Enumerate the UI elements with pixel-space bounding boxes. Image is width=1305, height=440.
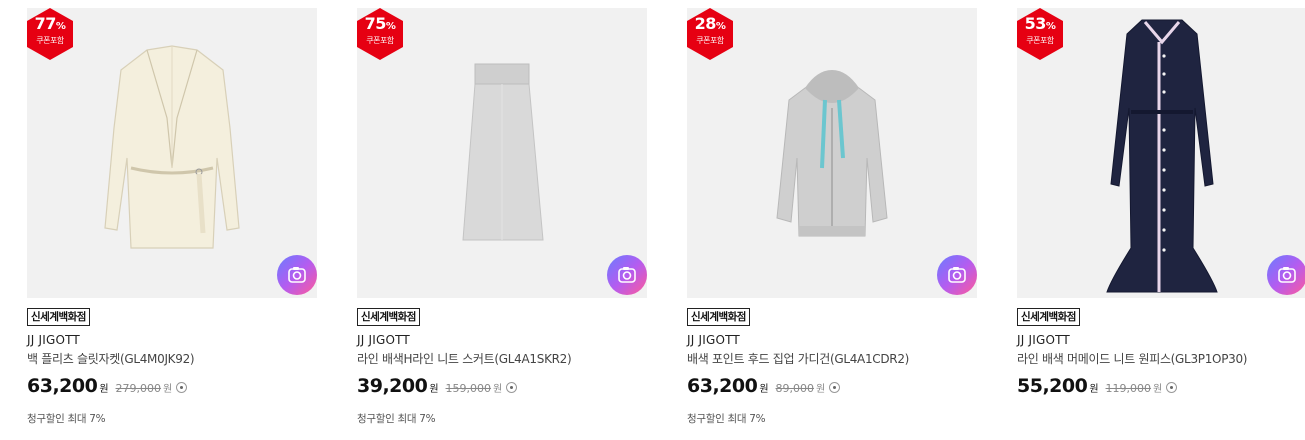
- brand-name[interactable]: JJ JIGOTT: [687, 333, 740, 347]
- price-info-icon[interactable]: [829, 382, 841, 393]
- store-badge: 신세계백화점: [27, 308, 90, 326]
- discount-badge: 28% 쿠폰포함: [687, 8, 733, 60]
- camera-search-button[interactable]: [937, 255, 977, 295]
- original-price: 119,000: [1105, 382, 1152, 395]
- percent-sign: %: [55, 21, 66, 32]
- store-badge: 신세계백화점: [1017, 308, 1080, 326]
- price-info-icon[interactable]: [176, 382, 188, 393]
- original-price: 159,000: [445, 382, 492, 395]
- product-card[interactable]: 28% 쿠폰포함 신세계백화점 JJ JIGOTT 배색 포인트 후드 집업 가…: [687, 8, 977, 425]
- product-name[interactable]: 백 플리츠 슬릿자켓(GL4M0JK92): [27, 350, 195, 367]
- camera-search-button[interactable]: [1267, 255, 1305, 295]
- sale-price: 55,200: [1017, 375, 1088, 397]
- camera-search-button[interactable]: [277, 255, 317, 295]
- coupon-included-label: 쿠폰포함: [696, 36, 724, 45]
- camera-icon: [948, 267, 966, 283]
- original-currency-unit: 원: [816, 384, 826, 395]
- product-image[interactable]: 77% 쿠폰포함: [27, 8, 317, 298]
- product-card[interactable]: 75% 쿠폰포함 신세계백화점 JJ JIGOTT 라인 배색H라인 니트 스커…: [357, 8, 647, 425]
- store-badge: 신세계백화점: [687, 308, 750, 326]
- discount-value: 77: [34, 14, 57, 33]
- product-card[interactable]: 53% 쿠폰포함 신세계백화점 JJ JIGOTT 라인 배색 머메이드 니트 …: [1017, 8, 1305, 397]
- product-image[interactable]: 53% 쿠폰포함: [1017, 8, 1305, 298]
- price-row: 63,200 원 89,000 원: [687, 375, 841, 399]
- card-benefit: 청구할인 최대 7%: [27, 413, 106, 425]
- price-info-icon[interactable]: [506, 382, 518, 393]
- coupon-included-label: 쿠폰포함: [36, 36, 64, 45]
- currency-unit: 원: [759, 384, 769, 395]
- discount-value: 28: [694, 14, 717, 33]
- coupon-included-label: 쿠폰포함: [1026, 36, 1054, 45]
- brand-name[interactable]: JJ JIGOTT: [1017, 333, 1070, 347]
- card-benefit: 청구할인 최대 7%: [357, 413, 436, 425]
- original-currency-unit: 원: [1153, 384, 1163, 395]
- discount-value: 75: [364, 14, 387, 33]
- currency-unit: 원: [429, 384, 439, 395]
- percent-sign: %: [715, 21, 726, 32]
- product-card[interactable]: 77% 쿠폰포함 신세계백화점 JJ JIGOTT 백 플리츠 슬릿자켓(GL4…: [27, 8, 317, 425]
- brand-name[interactable]: JJ JIGOTT: [27, 333, 80, 347]
- product-image[interactable]: 28% 쿠폰포함: [687, 8, 977, 298]
- product-name[interactable]: 배색 포인트 후드 집업 가디건(GL4A1CDR2): [687, 350, 909, 367]
- percent-sign: %: [1045, 21, 1056, 32]
- original-currency-unit: 원: [163, 384, 173, 395]
- price-row: 55,200 원 119,000 원: [1017, 375, 1178, 399]
- original-price: 279,000: [115, 382, 162, 395]
- product-name[interactable]: 라인 배색 머메이드 니트 원피스(GL3P1OP30): [1017, 350, 1247, 367]
- sale-price: 63,200: [27, 375, 98, 397]
- percent-sign: %: [385, 21, 396, 32]
- original-currency-unit: 원: [493, 384, 503, 395]
- currency-unit: 원: [1089, 384, 1099, 395]
- coupon-included-label: 쿠폰포함: [366, 36, 394, 45]
- camera-icon: [618, 267, 636, 283]
- sale-price: 63,200: [687, 375, 758, 397]
- product-name[interactable]: 라인 배색H라인 니트 스커트(GL4A1SKR2): [357, 350, 572, 367]
- price-info-icon[interactable]: [1166, 382, 1178, 393]
- currency-unit: 원: [99, 384, 109, 395]
- discount-badge: 53% 쿠폰포함: [1017, 8, 1063, 60]
- discount-badge: 75% 쿠폰포함: [357, 8, 403, 60]
- original-price: 89,000: [775, 382, 815, 395]
- camera-search-button[interactable]: [607, 255, 647, 295]
- sale-price: 39,200: [357, 375, 428, 397]
- price-row: 63,200 원 279,000 원: [27, 375, 188, 399]
- camera-icon: [1278, 267, 1296, 283]
- brand-name[interactable]: JJ JIGOTT: [357, 333, 410, 347]
- camera-icon: [288, 267, 306, 283]
- price-row: 39,200 원 159,000 원: [357, 375, 518, 399]
- product-image[interactable]: 75% 쿠폰포함: [357, 8, 647, 298]
- discount-badge: 77% 쿠폰포함: [27, 8, 73, 60]
- discount-value: 53: [1024, 14, 1047, 33]
- card-benefit: 청구할인 최대 7%: [687, 413, 766, 425]
- store-badge: 신세계백화점: [357, 308, 420, 326]
- product-grid: 77% 쿠폰포함 신세계백화점 JJ JIGOTT 백 플리츠 슬릿자켓(GL4…: [0, 0, 1305, 440]
